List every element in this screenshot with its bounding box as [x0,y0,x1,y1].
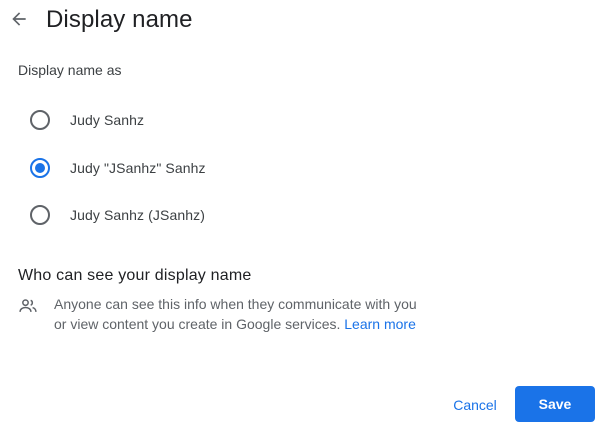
visibility-heading: Who can see your display name [18,267,252,284]
radio-button[interactable] [30,205,50,225]
visibility-info-text: Anyone can see this info when they commu… [54,294,424,334]
cancel-button[interactable]: Cancel [444,387,506,423]
display-name-page: Display name Display name as Judy Sanhz … [0,0,616,437]
radio-option-full-name[interactable]: Judy Sanhz [30,107,144,133]
radio-option-nickname-quoted[interactable]: Judy "JSanhz" Sanhz [30,155,206,181]
display-name-as-label: Display name as [18,62,122,78]
arrow-back-icon [12,12,26,26]
radio-button[interactable] [30,110,50,130]
save-button[interactable]: Save [515,386,595,422]
learn-more-link[interactable]: Learn more [344,316,416,332]
radio-button-selected[interactable] [30,158,50,178]
radio-option-label: Judy Sanhz (JSanhz) [70,207,205,223]
radio-option-label: Judy Sanhz [70,112,145,128]
back-button[interactable] [4,4,34,34]
page-title: Display name [46,6,193,33]
radio-option-nickname-parenthesized[interactable]: Judy Sanhz (JSanhz) [30,202,205,228]
people-icon [19,299,37,312]
radio-option-label: Judy "JSanhz" Sanhz [70,160,206,176]
